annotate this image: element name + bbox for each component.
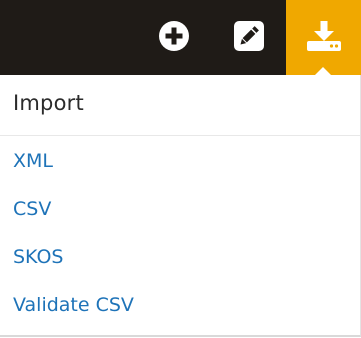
menu-item-csv[interactable]: CSV: [13, 198, 51, 220]
menu-header: Import: [0, 75, 360, 136]
download-button[interactable]: [286, 0, 361, 75]
plus-circle-icon: [158, 20, 190, 56]
menu-item-validate-csv[interactable]: Validate CSV: [13, 294, 134, 316]
menu-title: Import: [13, 91, 84, 115]
menu-item-skos[interactable]: SKOS: [13, 246, 64, 268]
add-button[interactable]: [150, 0, 198, 75]
top-toolbar: [0, 0, 361, 75]
import-dropdown-menu: Import XML CSV SKOS Validate CSV: [0, 75, 361, 337]
edit-button[interactable]: [224, 0, 274, 75]
pencil-square-icon: [233, 20, 265, 56]
download-icon: [306, 20, 341, 55]
menu-item-xml[interactable]: XML: [13, 150, 53, 172]
